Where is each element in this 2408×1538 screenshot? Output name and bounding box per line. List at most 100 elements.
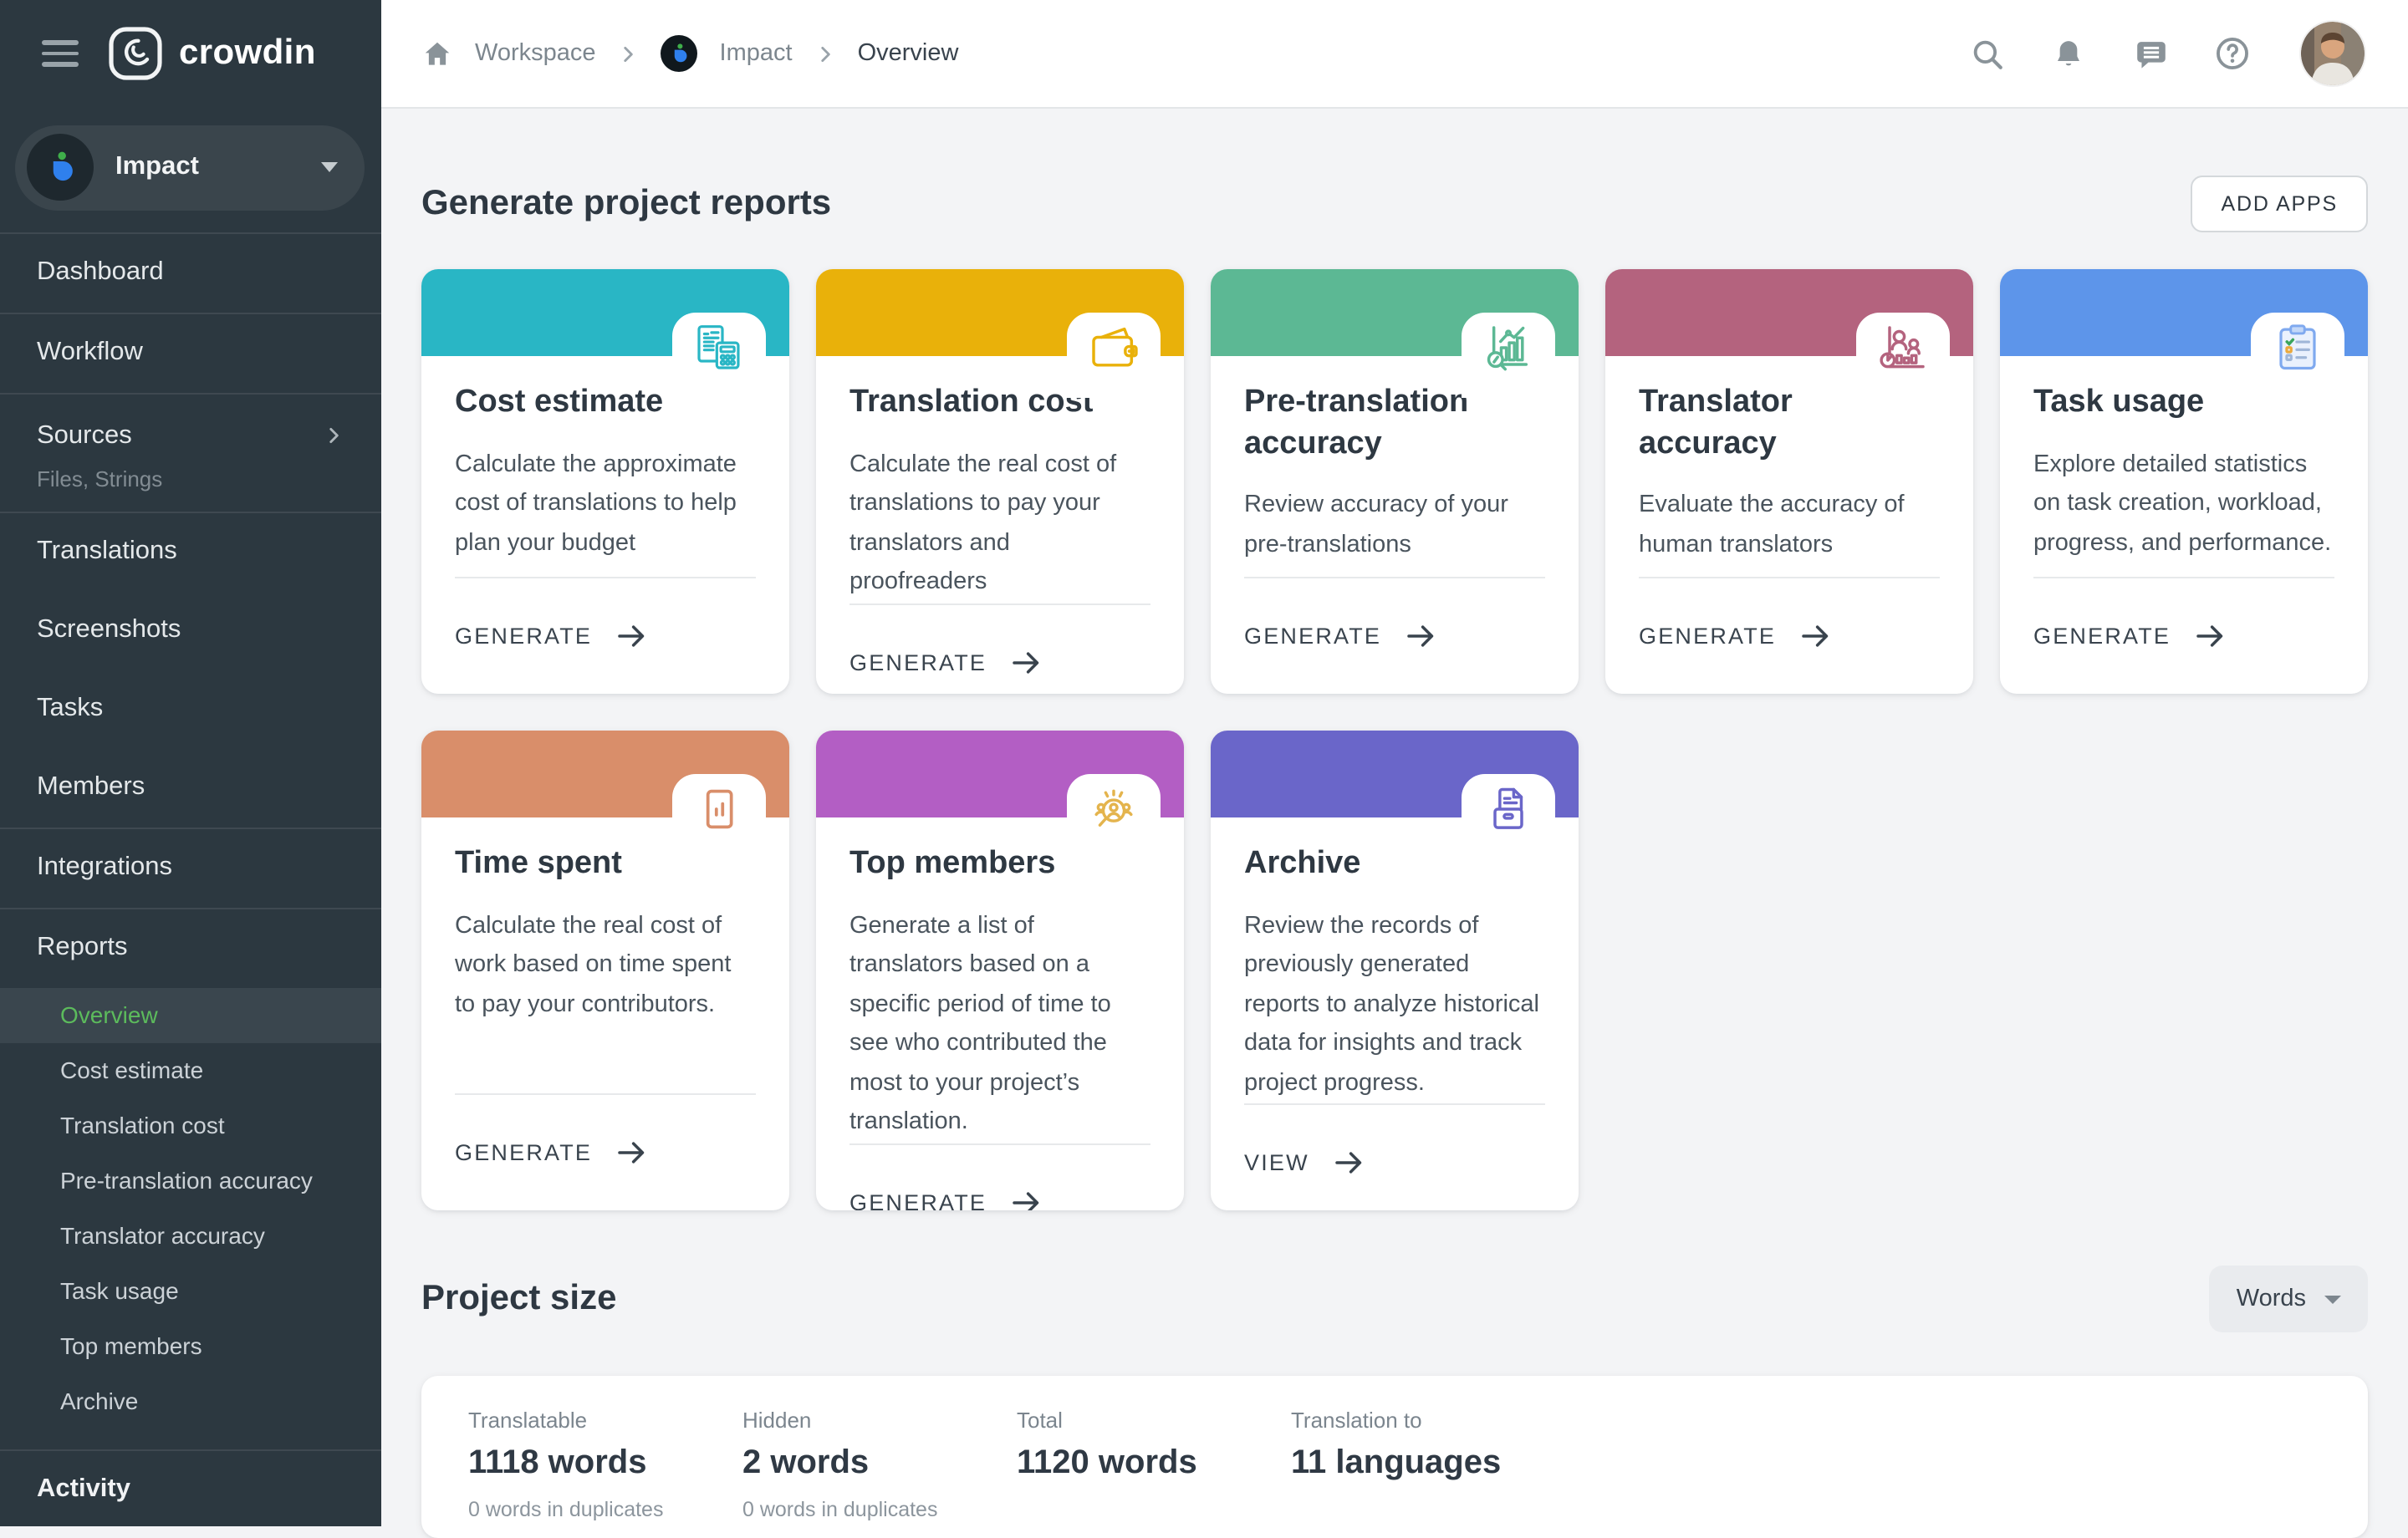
card-icon-notch: [1462, 313, 1555, 398]
card-color-band: [421, 731, 789, 817]
stat-translation-to: Translation to 11 languages: [1291, 1408, 1565, 1538]
generate-link[interactable]: GENERATE: [1639, 577, 1940, 694]
user-avatar[interactable]: [2301, 22, 2365, 85]
page-title: Generate project reports: [421, 184, 831, 224]
view-link[interactable]: VIEW: [1244, 1103, 1545, 1210]
sidebar-item-activity[interactable]: Activity: [0, 1451, 381, 1526]
sidebar-header: crowdin: [0, 0, 381, 107]
sidebar-item-integrations[interactable]: Integrations: [0, 829, 381, 908]
home-icon[interactable]: [421, 38, 453, 69]
generate-link[interactable]: GENERATE: [2033, 577, 2334, 694]
notifications-bell-icon[interactable]: [2050, 35, 2087, 72]
chevron-down-icon: [2324, 1295, 2341, 1303]
breadcrumb: Workspace Impact Overview: [421, 35, 958, 72]
generate-link[interactable]: GENERATE: [455, 1093, 756, 1210]
device-bars-icon: [692, 782, 746, 836]
reports-sub-top-members[interactable]: Top members: [0, 1319, 381, 1374]
generate-link[interactable]: GENERATE: [1244, 577, 1545, 694]
stat-translatable: Translatable 1118 words 0 words in dupli…: [468, 1408, 742, 1538]
card-icon-notch: [1067, 313, 1161, 398]
reports-sub-task-usage[interactable]: Task usage: [0, 1264, 381, 1319]
generate-link[interactable]: GENERATE: [455, 577, 756, 694]
add-apps-button[interactable]: ADD APPS: [2191, 176, 2368, 232]
reports-submenu: Overview Cost estimate Translation cost …: [0, 988, 381, 1449]
card-color-band: [421, 269, 789, 356]
chevron-right-icon: [323, 425, 344, 447]
topbar: Workspace Impact Overview: [381, 0, 2408, 109]
magnifier-people-icon: [1087, 782, 1140, 836]
app-window: crowdin Impact Dashboard Workflow Source…: [0, 0, 2408, 1526]
sources-subtitle: Files, Strings: [37, 466, 344, 491]
card-translator-accuracy: Translator accuracy Evaluate the accurac…: [1605, 269, 1973, 694]
crowdin-logo[interactable]: crowdin: [107, 25, 316, 82]
breadcrumb-impact[interactable]: Impact: [720, 40, 793, 67]
sidebar-item-members[interactable]: Members: [0, 749, 381, 828]
card-icon-notch: [2251, 313, 2344, 398]
sidebar-item-workflow[interactable]: Workflow: [0, 314, 381, 393]
card-description: Explore detailed statistics on task crea…: [2033, 446, 2334, 563]
reports-sub-overview[interactable]: Overview: [0, 988, 381, 1043]
card-description: Calculate the real cost of work based on…: [455, 907, 756, 1025]
card-icon-notch: [1067, 774, 1161, 859]
report-cards-grid: Cost estimate Calculate the approximate …: [421, 269, 2368, 1210]
card-color-band: [2000, 269, 2368, 356]
sidebar-item-reports[interactable]: Reports: [0, 909, 381, 988]
people-chart-icon: [1876, 321, 1930, 374]
chevron-down-icon: [321, 163, 338, 173]
arrow-right-icon: [1798, 619, 1833, 654]
card-archive: Archive Review the records of previously…: [1211, 731, 1579, 1210]
impact-project-icon: [42, 150, 79, 186]
card-cost-estimate: Cost estimate Calculate the approximate …: [421, 269, 789, 694]
archive-box-icon: [1482, 782, 1535, 836]
sidebar-item-tasks[interactable]: Tasks: [0, 670, 381, 749]
card-color-band: [816, 269, 1184, 356]
card-description: Review the records of previously generat…: [1244, 907, 1545, 1103]
arrow-right-icon: [614, 1135, 649, 1170]
arrow-right-icon: [1331, 1145, 1366, 1180]
unit-selector[interactable]: Words: [2210, 1266, 2368, 1332]
generate-link[interactable]: GENERATE: [849, 603, 1150, 694]
sidebar-item-screenshots[interactable]: Screenshots: [0, 592, 381, 670]
card-pre-translation-accuracy: Pre-translation accuracy Review accuracy…: [1211, 269, 1579, 694]
card-description: Calculate the approximate cost of transl…: [455, 446, 756, 563]
project-size-header: Project size Words: [421, 1266, 2368, 1332]
card-color-band: [1605, 269, 1973, 356]
card-color-band: [1211, 269, 1579, 356]
card-description: Review accuracy of your pre-translations: [1244, 487, 1545, 566]
card-description: Generate a list of translators based on …: [849, 907, 1150, 1143]
hamburger-menu-icon[interactable]: [42, 40, 79, 67]
card-translation-cost: Translation cost Calculate the real cost…: [816, 269, 1184, 694]
stat-total: Total 1120 words: [1017, 1408, 1291, 1538]
sidebar-item-dashboard[interactable]: Dashboard: [0, 234, 381, 313]
sidebar-item-translations[interactable]: Translations: [0, 513, 381, 592]
reports-section-header: Generate project reports ADD APPS: [421, 176, 2368, 232]
reports-sub-translator-accuracy[interactable]: Translator accuracy: [0, 1209, 381, 1264]
messages-icon[interactable]: [2132, 35, 2169, 72]
project-size-stats: Translatable 1118 words 0 words in dupli…: [421, 1376, 2368, 1538]
project-size-title: Project size: [421, 1279, 616, 1319]
chart-magnifier-icon: [1482, 321, 1535, 374]
invoice-calculator-icon: [692, 321, 746, 374]
project-avatar: [27, 135, 94, 201]
crowdin-logo-icon: [107, 25, 164, 82]
reports-sub-archive[interactable]: Archive: [0, 1374, 381, 1429]
reports-sub-translation-cost[interactable]: Translation cost: [0, 1098, 381, 1154]
page-content: Generate project reports ADD APPS: [381, 109, 2408, 1538]
stat-hidden: Hidden 2 words 0 words in duplicates: [742, 1408, 1017, 1538]
help-icon[interactable]: [2214, 35, 2251, 72]
card-task-usage: Task usage Explore detailed statistics o…: [2000, 269, 2368, 694]
sidebar-item-sources[interactable]: Sources Files, Strings: [0, 395, 381, 512]
arrow-right-icon: [2192, 619, 2227, 654]
main-area: Workspace Impact Overview: [381, 0, 2408, 1526]
card-color-band: [816, 731, 1184, 817]
project-name: Impact: [115, 153, 299, 183]
search-icon[interactable]: [1968, 35, 2005, 72]
card-color-band: [1211, 731, 1579, 817]
breadcrumb-workspace[interactable]: Workspace: [475, 40, 596, 67]
reports-sub-pre-translation-accuracy[interactable]: Pre-translation accuracy: [0, 1154, 381, 1209]
card-description: Evaluate the accuracy of human translato…: [1639, 487, 1940, 566]
project-selector[interactable]: Impact: [15, 125, 365, 211]
generate-link[interactable]: GENERATE: [849, 1143, 1150, 1210]
reports-sub-cost-estimate[interactable]: Cost estimate: [0, 1043, 381, 1098]
chevron-right-icon: [618, 43, 640, 64]
